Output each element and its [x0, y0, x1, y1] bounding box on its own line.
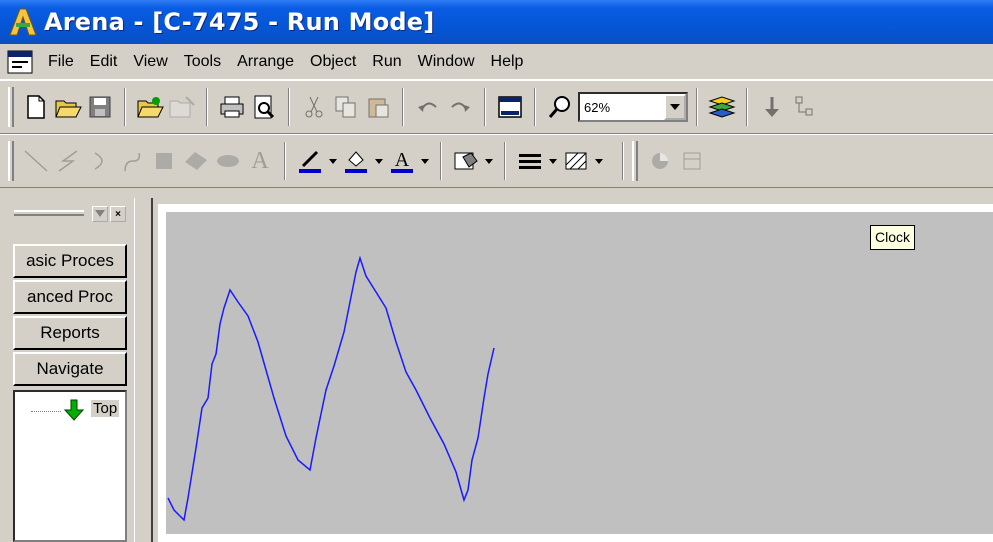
layers-window-icon[interactable]	[494, 89, 526, 125]
plot-line	[167, 255, 495, 522]
toolbar-separator	[534, 88, 536, 126]
open-icon[interactable]	[52, 89, 84, 125]
toolbar-separator	[696, 88, 698, 126]
toolbar-separator	[746, 88, 748, 126]
new-icon[interactable]	[20, 89, 52, 125]
line-icon[interactable]	[20, 143, 52, 179]
undo-icon[interactable]	[412, 89, 444, 125]
model-canvas[interactable]	[158, 204, 993, 542]
ellipse-icon[interactable]	[212, 143, 244, 179]
svg-text:A: A	[395, 149, 410, 171]
arena-app-icon[interactable]	[6, 5, 40, 39]
project-bar: × asic Proces anced Proc Reports Navigat…	[0, 198, 150, 542]
title-bar: Arena - [C-7475 - Run Mode]	[0, 0, 993, 44]
toolbar-grip[interactable]	[632, 141, 638, 181]
copy-icon[interactable]	[330, 89, 362, 125]
toolbar-separator	[504, 142, 506, 180]
arc-icon[interactable]	[84, 143, 116, 179]
fill-pattern-icon[interactable]	[560, 143, 592, 179]
tooltip-clock: Clock	[870, 225, 916, 250]
toolbar-grip[interactable]	[8, 141, 14, 181]
toolbar-separator	[622, 142, 624, 180]
standard-toolbar: 62%	[0, 80, 993, 134]
tree-item-top[interactable]: Top	[91, 400, 120, 417]
zoom-value: 62%	[584, 99, 611, 115]
window-background-icon[interactable]	[450, 143, 482, 179]
panel-button-navigate[interactable]: Navigate	[13, 352, 127, 386]
panel-grip[interactable]	[14, 210, 84, 216]
chevron-down-icon[interactable]	[592, 143, 606, 179]
step-icon[interactable]	[756, 89, 788, 125]
tree-connector	[31, 411, 61, 412]
menu-help[interactable]: Help	[483, 53, 532, 71]
redo-icon[interactable]	[444, 89, 476, 125]
print-icon[interactable]	[216, 89, 248, 125]
cut-icon[interactable]	[298, 89, 330, 125]
chevron-down-icon[interactable]	[482, 143, 496, 179]
save-icon[interactable]	[84, 89, 116, 125]
zoom-icon[interactable]	[544, 89, 576, 125]
toolbar-separator	[402, 88, 404, 126]
dock-icon[interactable]	[92, 206, 108, 222]
paste-icon[interactable]	[362, 89, 394, 125]
line-style-icon[interactable]	[514, 143, 546, 179]
zoom-combobox[interactable]: 62%	[578, 92, 688, 122]
line-color-icon[interactable]	[294, 143, 326, 179]
plot-area	[166, 212, 993, 534]
chevron-down-icon[interactable]	[326, 143, 340, 179]
text-icon[interactable]: A	[244, 143, 276, 179]
fill-color-icon[interactable]	[340, 143, 372, 179]
polygon-icon[interactable]	[180, 143, 212, 179]
template-detach-icon[interactable]	[166, 89, 198, 125]
chevron-down-icon[interactable]	[664, 94, 686, 120]
menu-bar: File Edit View Tools Arrange Object Run …	[0, 44, 993, 80]
toolbar-separator	[440, 142, 442, 180]
box-icon[interactable]	[148, 143, 180, 179]
print-preview-icon[interactable]	[248, 89, 280, 125]
panel-splitter[interactable]	[134, 198, 154, 542]
menu-view[interactable]: View	[125, 53, 175, 71]
document-menu-icon[interactable]	[6, 49, 34, 75]
toolbar-separator	[284, 142, 286, 180]
text-color-icon[interactable]: A	[386, 143, 418, 179]
chevron-down-icon[interactable]	[418, 143, 432, 179]
toolbar-separator	[288, 88, 290, 126]
toolbar-separator	[206, 88, 208, 126]
chevron-down-icon[interactable]	[372, 143, 386, 179]
close-icon[interactable]: ×	[110, 206, 126, 222]
plot-svg	[167, 255, 495, 522]
navigate-tree: Top	[13, 390, 127, 542]
menu-file[interactable]: File	[40, 53, 82, 71]
menu-window[interactable]: Window	[410, 53, 483, 71]
panel-button-advanced-process[interactable]: anced Proc	[13, 280, 127, 314]
menu-arrange[interactable]: Arrange	[229, 53, 302, 71]
panel-button-basic-process[interactable]: asic Proces	[13, 244, 127, 278]
panel-button-reports[interactable]: Reports	[13, 316, 127, 350]
drawing-toolbar: A A	[0, 134, 993, 188]
green-arrow-icon	[61, 398, 87, 426]
layers-icon[interactable]	[706, 89, 738, 125]
date-icon[interactable]	[676, 143, 708, 179]
project-bar-header: ×	[0, 198, 150, 228]
connect-icon[interactable]	[788, 89, 820, 125]
toolbar-separator	[484, 88, 486, 126]
menu-edit[interactable]: Edit	[82, 53, 126, 71]
toolbar-grip[interactable]	[8, 87, 14, 127]
toolbar-separator	[124, 88, 126, 126]
bezier-icon[interactable]	[116, 143, 148, 179]
menu-tools[interactable]: Tools	[176, 53, 229, 71]
clock-icon[interactable]	[644, 143, 676, 179]
menu-object[interactable]: Object	[302, 53, 364, 71]
chevron-down-icon[interactable]	[546, 143, 560, 179]
polyline-icon[interactable]	[52, 143, 84, 179]
template-attach-icon[interactable]	[134, 89, 166, 125]
menu-run[interactable]: Run	[364, 53, 409, 71]
window-title: Arena - [C-7475 - Run Mode]	[44, 8, 435, 36]
